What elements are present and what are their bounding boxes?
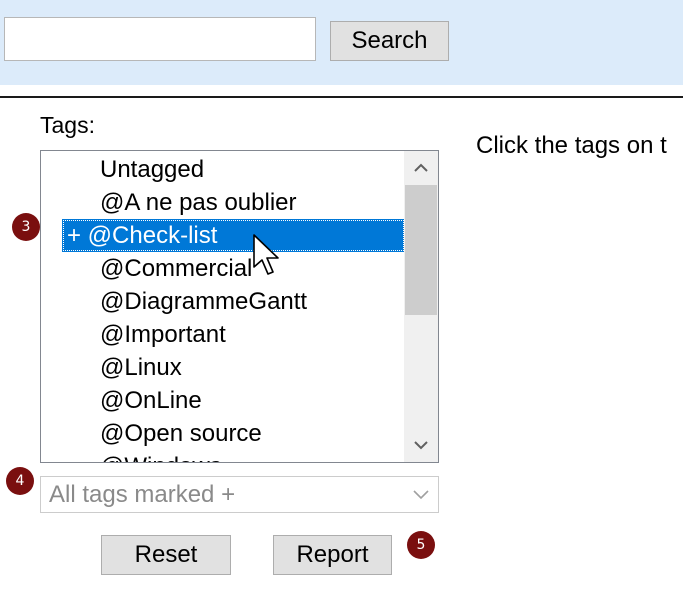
tag-list-items: Untagged @A ne pas oublier + @Check-list…: [41, 153, 405, 462]
report-button[interactable]: Report: [273, 535, 392, 575]
tag-report-window: Search Tags: Click the tags on t Untagge…: [0, 0, 683, 597]
scroll-thumb[interactable]: [405, 185, 437, 315]
list-item[interactable]: @Commercial: [41, 252, 405, 285]
list-item[interactable]: @OnLine: [41, 384, 405, 417]
list-item-label: @Important: [100, 321, 226, 348]
instructions-text: Click the tags on t: [476, 132, 667, 159]
list-item-label: @DiagrammeGantt: [100, 288, 308, 315]
scroll-up-button[interactable]: [404, 151, 438, 185]
list-item[interactable]: @Windows: [41, 450, 405, 462]
list-item-label: + @Check-list: [67, 222, 218, 249]
tag-filter-value: All tags marked +: [49, 481, 236, 508]
list-item[interactable]: @DiagrammeGantt: [41, 285, 405, 318]
chevron-up-icon: [414, 163, 428, 172]
step-badge: 3: [12, 213, 40, 241]
list-item-label: @OnLine: [100, 387, 202, 414]
listbox-scrollbar[interactable]: [404, 151, 438, 462]
list-item-label: @A ne pas oublier: [100, 189, 297, 216]
scroll-down-button[interactable]: [404, 428, 438, 462]
toolbar: Search: [0, 0, 683, 85]
list-item[interactable]: Untagged: [41, 153, 405, 186]
list-item[interactable]: @Linux: [41, 351, 405, 384]
list-item-label: @Windows: [100, 450, 222, 462]
mouse-pointer-icon: [253, 234, 279, 275]
step-badge: 5: [407, 531, 435, 559]
step-badge: 4: [6, 467, 34, 495]
list-item-selected[interactable]: + @Check-list: [62, 219, 405, 252]
search-button[interactable]: Search: [330, 21, 449, 61]
dropdown-chevron-icon: [413, 490, 429, 500]
list-item-label: @Linux: [100, 354, 182, 381]
tag-filter-select[interactable]: All tags marked +: [40, 476, 439, 513]
search-input[interactable]: [4, 17, 316, 61]
list-item[interactable]: @Important: [41, 318, 405, 351]
chevron-down-icon: [414, 441, 428, 450]
list-item[interactable]: @A ne pas oublier: [41, 186, 405, 219]
reset-button[interactable]: Reset: [101, 535, 231, 575]
list-item[interactable]: @Open source: [41, 417, 405, 450]
tags-label: Tags:: [40, 112, 95, 138]
toolbar-divider: [0, 96, 683, 98]
list-item-label: @Commercial: [100, 255, 253, 282]
tag-listbox[interactable]: Untagged @A ne pas oublier + @Check-list…: [40, 150, 439, 463]
list-item-label: Untagged: [100, 156, 205, 183]
list-item-label: @Open source: [100, 420, 262, 447]
